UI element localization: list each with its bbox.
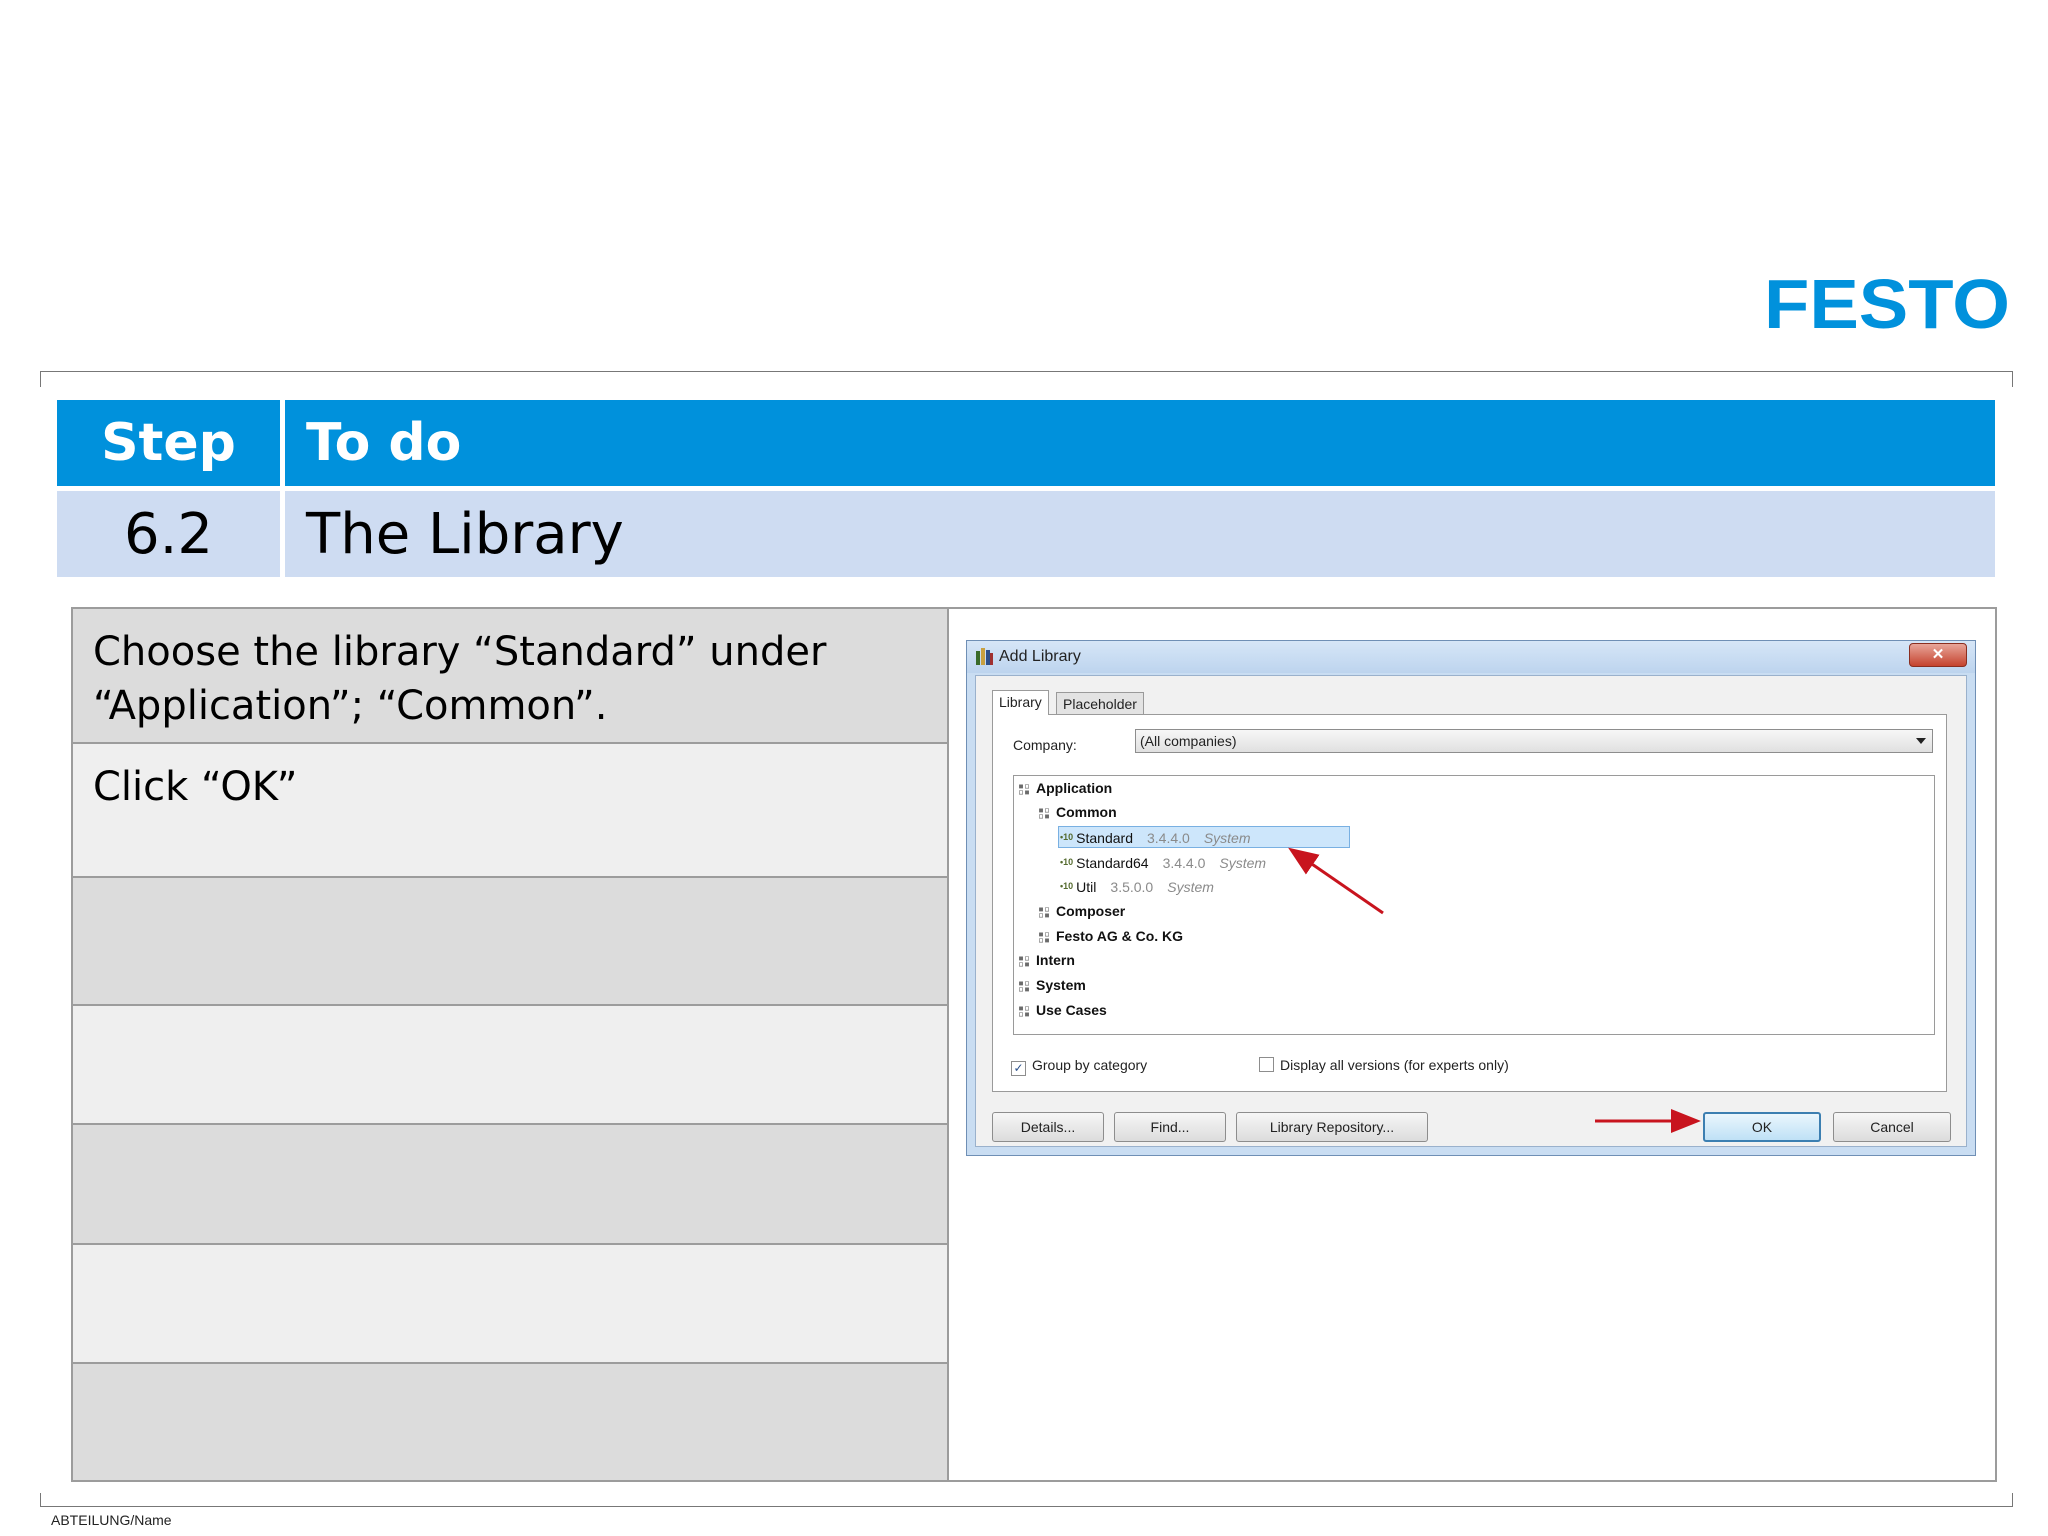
- checkbox-unchecked-icon[interactable]: [1259, 1057, 1274, 1072]
- instruction-row-7: [73, 1364, 947, 1480]
- details-button[interactable]: Details...: [992, 1112, 1104, 1142]
- instruction-row-1: Choose the library “Standard” under “App…: [73, 609, 947, 744]
- festo-logo-mark: FESTO: [1764, 265, 2010, 343]
- logo-text: FESTO: [1764, 268, 2010, 340]
- company-label: Company:: [1013, 737, 1077, 753]
- library-tree[interactable]: ▪▫ ▫▪ Application ▪▫ ▫▪ Common •10 Standard 3.…: [1013, 775, 1935, 1035]
- tab-library[interactable]: Library: [992, 690, 1049, 715]
- tree-node-system[interactable]: ▪▫ ▫▪ System: [1018, 975, 1086, 995]
- instruction-row-2: Click “OK”: [73, 744, 947, 878]
- tree-node-festo[interactable]: ▪▫ ▫▪ Festo AG & Co. KG: [1038, 926, 1183, 946]
- tree-node-common[interactable]: ▪▫ ▫▪ Common: [1038, 802, 1117, 822]
- checkbox-checked-icon[interactable]: ✓: [1011, 1061, 1026, 1076]
- ok-button[interactable]: OK: [1703, 1112, 1821, 1142]
- tree-expander-icon[interactable]: ▪▫ ▫▪: [1018, 1004, 1032, 1020]
- instruction-row-6: [73, 1245, 947, 1364]
- instruction-row-3: [73, 878, 947, 1006]
- dialog-title: Add Library: [999, 648, 1081, 665]
- tree-node-composer[interactable]: ▪▫ ▫▪ Composer: [1038, 901, 1125, 921]
- tree-node-standard[interactable]: •10 Standard 3.4.4.0 System: [1060, 827, 1251, 847]
- tree-expander-icon[interactable]: ▪▫ ▫▪: [1038, 930, 1052, 946]
- tree-expander-icon[interactable]: ▪▫ ▫▪: [1018, 782, 1032, 798]
- dialog-body: Library Placeholder Company: (All compan…: [975, 675, 1967, 1147]
- tree-node-util[interactable]: •10 Util 3.5.0.0 System: [1060, 876, 1214, 896]
- top-divider: [40, 371, 2013, 387]
- tree-expander-icon[interactable]: ▪▫ ▫▪: [1038, 806, 1052, 822]
- tab-placeholder[interactable]: Placeholder: [1056, 692, 1144, 715]
- tree-node-intern[interactable]: ▪▫ ▫▪ Intern: [1018, 950, 1075, 970]
- todo-header: To do: [285, 400, 1995, 486]
- library-item-icon: •10: [1060, 881, 1074, 891]
- tree-node-use-cases[interactable]: ▪▫ ▫▪ Use Cases: [1018, 1000, 1107, 1020]
- group-by-category-checkbox[interactable]: ✓ Group by category: [1011, 1057, 1147, 1076]
- library-icon: [976, 648, 993, 665]
- table-header: Step To do: [57, 400, 1995, 486]
- add-library-dialog: Add Library ✕ Library Placeholder Compan…: [966, 640, 1976, 1156]
- step-title: The Library: [285, 491, 1995, 577]
- library-tab-panel: Company: (All companies) ▪▫ ▫▪ Application…: [992, 714, 1947, 1092]
- tree-expander-icon[interactable]: ▪▫ ▫▪: [1018, 954, 1032, 970]
- footer-text: ABTEILUNG/Name: [51, 1512, 172, 1528]
- instruction-column: Choose the library “Standard” under “App…: [73, 609, 949, 1480]
- library-item-icon: •10: [1060, 857, 1074, 867]
- display-all-versions-checkbox[interactable]: Display all versions (for experts only): [1259, 1057, 1509, 1073]
- tree-expander-icon[interactable]: ▪▫ ▫▪: [1018, 979, 1032, 995]
- company-dropdown[interactable]: (All companies): [1135, 729, 1933, 753]
- cancel-button[interactable]: Cancel: [1833, 1112, 1951, 1142]
- chevron-down-icon: [1916, 738, 1926, 744]
- instruction-row-4: [73, 1006, 947, 1125]
- tree-expander-icon[interactable]: ▪▫ ▫▪: [1038, 905, 1052, 921]
- library-item-icon: •10: [1060, 832, 1074, 842]
- company-value: (All companies): [1140, 733, 1237, 749]
- instruction-row-5: [73, 1125, 947, 1245]
- close-icon: ✕: [1931, 646, 1945, 663]
- tree-node-application[interactable]: ▪▫ ▫▪ Application: [1018, 778, 1112, 798]
- bottom-divider: [40, 1493, 2013, 1507]
- find-button[interactable]: Find...: [1114, 1112, 1226, 1142]
- dialog-titlebar: Add Library ✕: [967, 641, 1975, 673]
- festo-logo: FESTO: [1764, 265, 2012, 343]
- step-number: 6.2: [57, 491, 280, 577]
- table-step-row: 6.2 The Library: [57, 491, 1995, 577]
- step-header: Step: [57, 400, 280, 486]
- close-button[interactable]: ✕: [1909, 643, 1967, 667]
- library-repository-button[interactable]: Library Repository...: [1236, 1112, 1428, 1142]
- tree-node-standard64[interactable]: •10 Standard64 3.4.4.0 System: [1060, 852, 1266, 872]
